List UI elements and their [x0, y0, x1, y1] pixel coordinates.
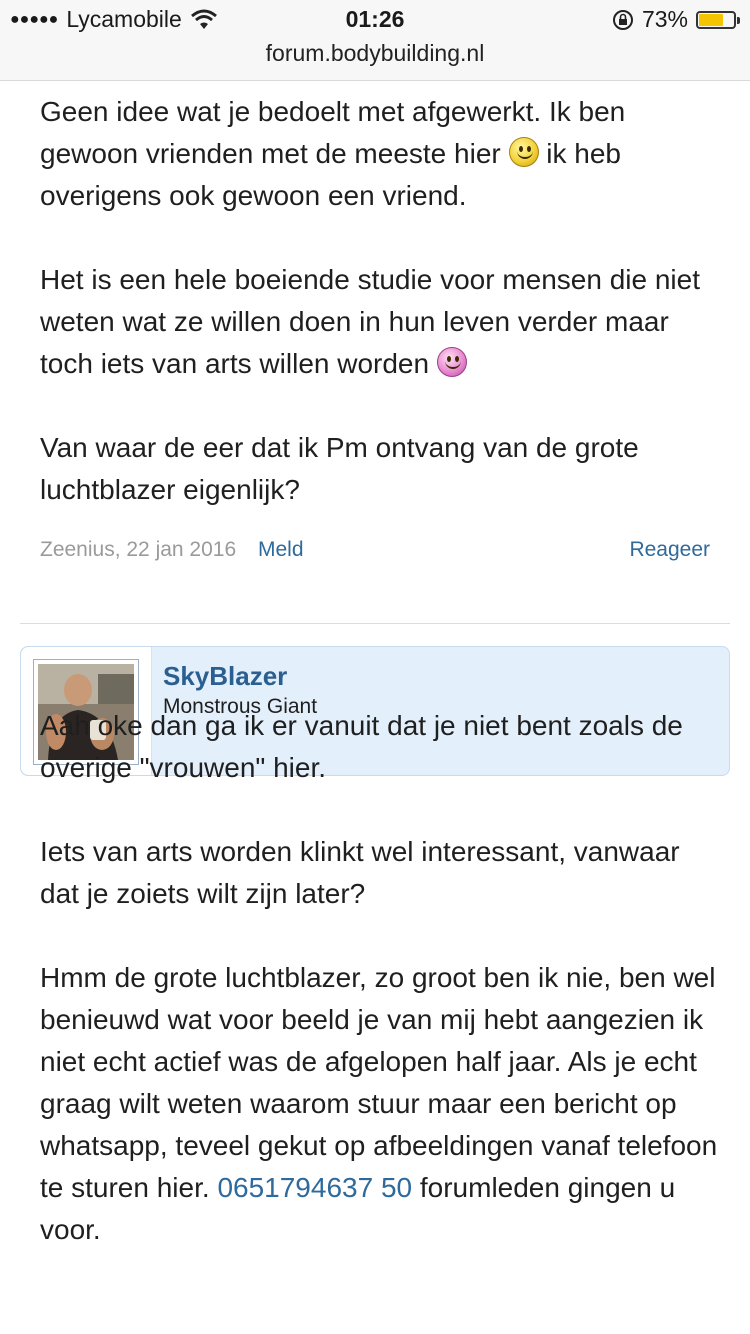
post-1-meta: Zeenius, 22 jan 2016 Meld Reageer	[40, 538, 710, 562]
orientation-lock-icon	[612, 9, 633, 30]
battery-icon	[696, 10, 740, 29]
battery-area: 73%	[612, 6, 740, 33]
post-2-paragraph-1: Aah oke dan ga ik er vanuit dat je niet …	[40, 710, 683, 783]
text-span: Hmm de grote luchtblazer, zo groot ben i…	[40, 962, 718, 1203]
text-span: Het is een hele boeiende studie voor men…	[40, 264, 700, 379]
battery-percent: 73%	[641, 6, 688, 32]
phone-number-link[interactable]: 0651794637 50	[217, 1172, 412, 1203]
post-2-paragraph-3: Hmm de grote luchtblazer, zo groot ben i…	[40, 957, 720, 1251]
post-2-body: Aah oke dan ga ik er vanuit dat je niet …	[0, 705, 750, 1251]
blush-smiley-icon	[436, 347, 467, 377]
post-1-paragraph-2: Het is een hele boeiende studie voor men…	[40, 259, 720, 385]
smiley-icon	[508, 137, 539, 167]
post-1-paragraph-1: Geen idee wat je bedoelt met afgewerkt. …	[40, 91, 720, 217]
username-link[interactable]: SkyBlazer	[163, 661, 287, 692]
address-bar-url[interactable]: forum.bodybuilding.nl	[0, 40, 750, 67]
reply-link[interactable]: Reageer	[629, 538, 710, 562]
post-1-body: Geen idee wat je bedoelt met afgewerkt. …	[0, 81, 750, 776]
post-divider	[20, 623, 730, 624]
status-bar: ●●●●● Lycamobile 01:26 73% forum.bodybui…	[0, 0, 750, 81]
post-2-paragraph-2: Iets van arts worden klinkt wel interess…	[40, 836, 680, 909]
report-link[interactable]: Meld	[258, 538, 304, 561]
post-1-paragraph-3: Van waar de eer dat ik Pm ontvang van de…	[40, 432, 639, 505]
post-author-date[interactable]: Zeenius, 22 jan 2016	[40, 538, 236, 561]
